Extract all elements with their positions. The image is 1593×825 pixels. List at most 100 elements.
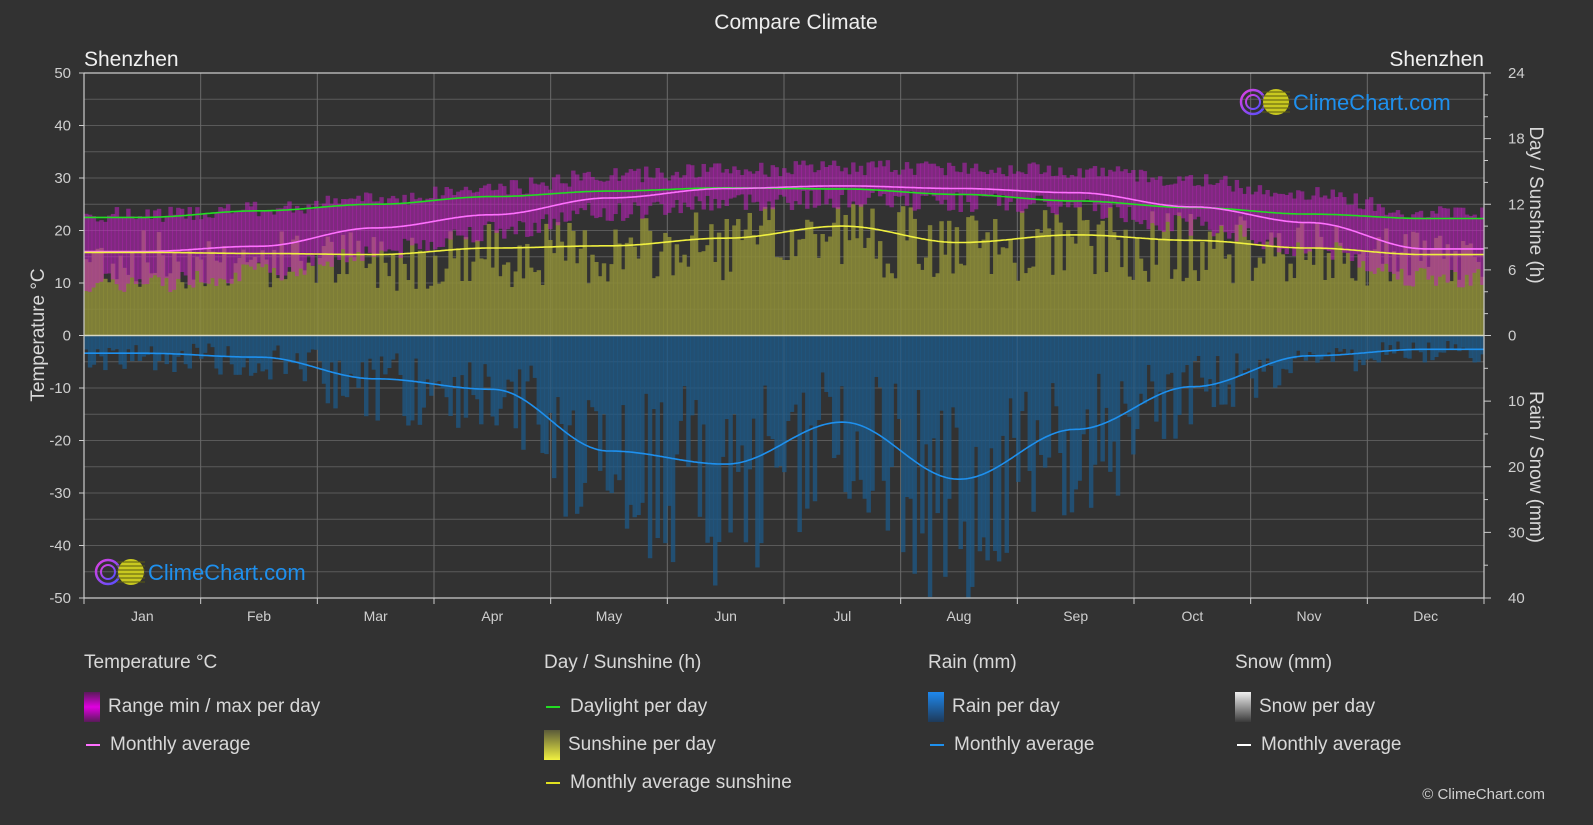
sunshine-day-bar (317, 257, 323, 336)
left-tick-label: -20 (49, 433, 71, 450)
temp-range-day-bar (168, 206, 173, 292)
legend-rain: Rain (mm) Rain per day Monthly average (928, 652, 1094, 764)
temp-range-day-bar (559, 183, 565, 213)
rain-day-bar (682, 335, 687, 387)
sunshine-day-bar (1330, 278, 1336, 336)
sunshine-day-bar (505, 262, 511, 336)
temp-range-day-bar (655, 168, 660, 202)
temp-range-day-bar (1476, 218, 1481, 270)
rain-day-bar (517, 335, 522, 370)
sunshine-day-bar (229, 278, 235, 336)
rain-day-bar (394, 335, 400, 354)
temp-range-day-bar (1407, 217, 1412, 286)
sunshine-day-bar (490, 267, 496, 336)
temp-range-day-bar (137, 216, 143, 280)
rain-day-bar (1138, 335, 1144, 394)
sunshine-day-bar (1016, 280, 1021, 336)
rain-day-bar (1338, 335, 1343, 352)
copyright[interactable]: © ClimeChart.com (1422, 786, 1545, 803)
sunshine-day-bar (889, 273, 894, 336)
temp-range-day-bar (870, 161, 875, 193)
rain-day-bar (486, 335, 492, 377)
rain-day-bar (697, 335, 703, 517)
rain-day-bar (893, 335, 898, 384)
rain-day-bar (1315, 335, 1320, 363)
rain-day-bar (1123, 335, 1128, 404)
left-tick-label: -30 (49, 485, 71, 502)
sunshine-day-bar (1123, 229, 1128, 336)
rain-day-bar (114, 335, 120, 350)
rain-avg-line-icon (930, 744, 944, 746)
sunshine-day-bar (375, 287, 380, 336)
sunshine-day-bar (935, 273, 940, 336)
rain-day-bar (574, 335, 580, 514)
temp-range-day-bar (1012, 173, 1017, 197)
rain-day-bar (1192, 335, 1197, 362)
sunshine-day-bar (383, 262, 388, 336)
rain-day-bar (805, 335, 810, 509)
temp-range-day-bar (325, 195, 331, 262)
sunshine-day-bar (502, 264, 507, 336)
temp-range-day-bar (705, 171, 710, 196)
sunshine-day-bar (532, 272, 538, 336)
rain-day-bar (229, 335, 235, 365)
rain-day-bar (225, 335, 231, 347)
sunshine-day-bar (862, 247, 868, 336)
rain-day-bar (1322, 335, 1328, 356)
sunshine-day-bar (996, 254, 1002, 336)
month-label: Jul (833, 608, 851, 624)
temp-range-day-bar (1242, 193, 1247, 237)
temp-range-day-bar (410, 192, 415, 246)
rain-day-bar (425, 335, 430, 380)
climechart-logo-bottom[interactable]: ClimeChart.com (94, 558, 306, 586)
temp-range-day-bar (1115, 166, 1121, 208)
temp-range-day-bar (1111, 171, 1117, 203)
right-top-tick-label: 12 (1508, 196, 1525, 213)
temp-range-day-bar (1384, 214, 1389, 264)
temp-range-day-bar (793, 161, 799, 202)
temp-range-day-bar (1265, 189, 1270, 240)
sunshine-day-bar (866, 237, 871, 336)
sunshine-day-bar (513, 271, 519, 336)
sunshine-day-bar (413, 288, 419, 336)
sunshine-day-bar (1027, 267, 1032, 336)
sunshine-day-bar (298, 260, 304, 336)
rain-day-bar (1000, 335, 1006, 436)
legend-item-label: Rain per day (952, 696, 1060, 717)
climechart-logo-top[interactable]: ClimeChart.com (1239, 88, 1451, 116)
temp-range-day-bar (693, 177, 699, 197)
legend-item-label: Daylight per day (570, 696, 708, 717)
rain-day-bar (1242, 335, 1247, 370)
rain-day-bar (1342, 335, 1347, 349)
sunshine-day-bar (1119, 267, 1125, 336)
sunshine-day-bar (728, 271, 733, 336)
rain-day-bar (1414, 335, 1420, 350)
temp-range-day-bar (229, 213, 235, 284)
rain-day-bar (187, 335, 192, 369)
rain-day-bar (766, 335, 772, 437)
logo-text: ClimeChart.com (148, 560, 306, 585)
temp-range-day-bar (1269, 196, 1274, 247)
sunshine-day-bar (1257, 257, 1263, 336)
sunshine-day-bar (463, 237, 469, 336)
sunshine-day-bar (770, 207, 776, 336)
sunshine-day-bar (1319, 236, 1324, 336)
sunshine-day-bar (1146, 281, 1151, 336)
rain-day-bar (1376, 335, 1382, 363)
rain-day-bar (1223, 335, 1228, 405)
sunshine-day-bar (943, 254, 948, 336)
sunshine-day-bar (720, 280, 726, 336)
rain-day-bar (260, 335, 265, 372)
rain-day-bar (1349, 335, 1355, 350)
rain-day-bar (183, 335, 189, 365)
rain-day-bar (202, 335, 208, 353)
sunshine-day-bar (1250, 280, 1255, 336)
sunshine-day-bar (874, 258, 879, 336)
temp-range-day-bar (916, 163, 921, 210)
temp-range-day-bar (1311, 195, 1316, 248)
temp-range-day-bar (736, 169, 741, 196)
sunshine-day-bar (1476, 261, 1481, 336)
rain-day-bar (824, 335, 829, 393)
sunshine-day-bar (736, 219, 741, 336)
rain-day-bar (1016, 335, 1021, 482)
